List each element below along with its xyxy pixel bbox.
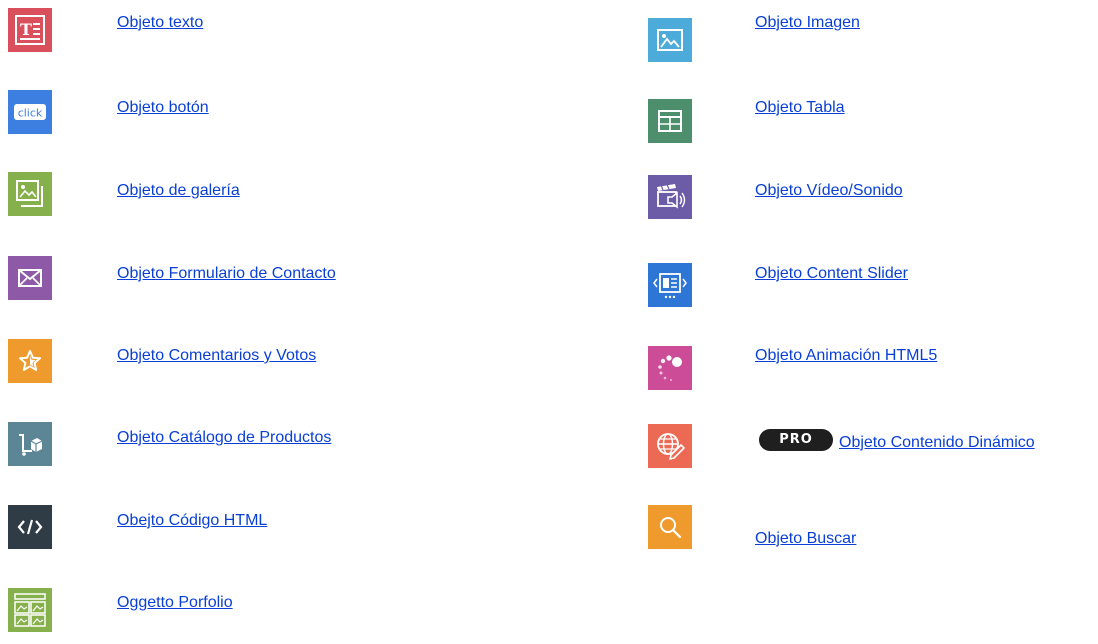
animation-dots-icon (648, 346, 692, 390)
star-icon (8, 339, 52, 383)
code-icon (8, 505, 52, 549)
envelope-icon (8, 256, 52, 300)
content-slider-icon (648, 263, 692, 307)
table-icon (648, 99, 692, 143)
portfolio-grid-icon (8, 588, 52, 632)
link-objeto-tabla[interactable]: Objeto Tabla (755, 98, 845, 118)
gallery-icon (8, 172, 52, 216)
svg-text:T: T (20, 20, 32, 39)
link-objeto-buscar[interactable]: Objeto Buscar (755, 529, 856, 549)
search-icon (648, 505, 692, 549)
link-objeto-formulario[interactable]: Objeto Formulario de Contacto (117, 264, 336, 284)
button-click-icon: click (8, 90, 52, 134)
image-icon (648, 18, 692, 62)
link-objeto-galeria[interactable]: Objeto de galería (117, 181, 240, 201)
video-sound-icon (648, 175, 692, 219)
pro-badge: PRO (759, 429, 833, 451)
link-objeto-boton[interactable]: Objeto botón (117, 98, 209, 118)
link-objeto-comentarios[interactable]: Objeto Comentarios y Votos (117, 346, 316, 366)
link-oggetto-porfolio[interactable]: Oggetto Porfolio (117, 593, 233, 613)
link-objeto-contenido-dinamico[interactable]: Objeto Contenido Dinámico (839, 433, 1035, 453)
text-object-icon: T (8, 8, 52, 52)
cart-icon (8, 422, 52, 466)
link-objeto-texto[interactable]: Objeto texto (117, 13, 203, 33)
link-objeto-imagen[interactable]: Objeto Imagen (755, 13, 860, 33)
link-objeto-video-sonido[interactable]: Objeto Vídeo/Sonido (755, 181, 903, 201)
globe-edit-icon (648, 424, 692, 468)
link-objeto-codigo-html[interactable]: Obejto Código HTML (117, 511, 267, 531)
link-objeto-animacion-html5[interactable]: Objeto Animación HTML5 (755, 346, 937, 366)
svg-text:click: click (18, 107, 43, 120)
link-objeto-content-slider[interactable]: Objeto Content Slider (755, 264, 908, 284)
link-objeto-catalogo[interactable]: Objeto Catálogo de Productos (117, 428, 331, 448)
